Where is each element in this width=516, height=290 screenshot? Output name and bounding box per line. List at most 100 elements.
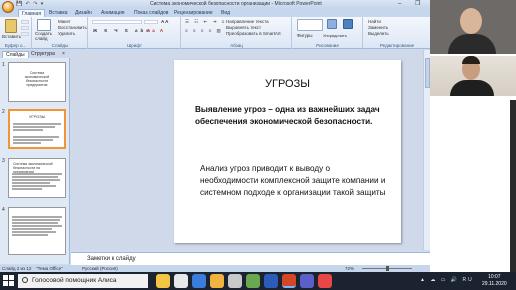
panel-tabs: Слайды Структура × — [0, 50, 70, 58]
thumb-text-line — [12, 179, 60, 181]
font-name-select[interactable] — [92, 20, 142, 24]
alice-search-box[interactable]: Голосовой помощник Алиса — [18, 274, 161, 288]
slide-title[interactable]: УГРОЗЫ — [174, 78, 401, 90]
status-bar: Слайд 2 из 12 "Тема Office" Русский (Рос… — [0, 265, 430, 272]
drawing-group-label: Рисование — [316, 43, 339, 48]
close-panel-icon[interactable]: × — [62, 51, 65, 57]
slide-body-paragraph[interactable]: Анализ угроз приводит к выводу о необход… — [200, 163, 390, 199]
windows-start-icon[interactable] — [3, 275, 15, 287]
app-icon[interactable] — [246, 274, 260, 288]
font-group: A A Ж К Ч S abc Aa A Шрифт — [89, 17, 181, 49]
thumb-text-line — [12, 185, 56, 187]
word-icon[interactable] — [264, 274, 278, 288]
current-slide[interactable]: УГРОЗЫ Выявление угроз – одна из важнейш… — [174, 60, 401, 243]
person-body — [450, 80, 494, 96]
office-button[interactable] — [2, 1, 14, 13]
vertical-scrollbar[interactable] — [423, 50, 430, 250]
notes-placeholder[interactable]: Заметки к слайду — [87, 256, 136, 262]
select-button[interactable]: Выделить — [368, 31, 389, 37]
paste-icon[interactable] — [5, 19, 17, 33]
keyboard-layout[interactable]: RU — [462, 277, 473, 283]
quick-access-toolbar[interactable]: 💾 ↶ ↷ ▾ — [16, 1, 44, 7]
app-icon[interactable] — [228, 274, 242, 288]
thumb-title: Система экономической безопасности предп… — [24, 71, 50, 87]
recorder-icon[interactable] — [318, 274, 332, 288]
language-indicator[interactable]: Русский (Россия) — [82, 265, 118, 272]
font-size-select[interactable] — [144, 20, 158, 24]
thumb-number: 3 — [2, 158, 5, 164]
shapes-button[interactable]: Фигуры — [297, 33, 313, 39]
paragraph-group-label: Абзац — [230, 43, 243, 48]
slides-group-label: Слайды — [51, 43, 69, 48]
new-slide-icon[interactable] — [37, 19, 51, 31]
thumb-number: 4 — [2, 207, 5, 213]
slides-panel: Слайды Структура × 1 Система экономическ… — [0, 50, 70, 264]
tab-design[interactable]: Дизайн — [72, 9, 95, 17]
tab-slideshow[interactable]: Показ слайдов — [131, 9, 171, 17]
align-icons[interactable]: ≡ ≡ ≡ ≡ ▥ — [185, 28, 223, 34]
tab-review[interactable]: Рецензирование — [171, 9, 216, 17]
zoom-level[interactable]: 72% — [345, 265, 354, 272]
thumb-text-line — [12, 173, 62, 175]
slide-counter: Слайд 2 из 12 — [2, 266, 32, 271]
chrome-icon[interactable] — [174, 274, 188, 288]
clipboard-group-label: Буфер о... — [4, 43, 27, 48]
list-icons[interactable]: ☰ ☷ ⇤ ⇥ ≡ — [185, 19, 226, 25]
delete-slide-button[interactable]: Удалить — [58, 31, 75, 37]
tab-outline[interactable]: Структура — [28, 51, 58, 58]
arrange-icon[interactable] — [327, 19, 337, 29]
webcam-video — [430, 56, 516, 96]
slide-thumbnail-1[interactable]: Система экономической безопасности предп… — [8, 62, 66, 102]
tab-slides[interactable]: Слайды — [2, 51, 29, 58]
font-color-icon[interactable]: Aa A — [147, 28, 165, 34]
notes-pane[interactable]: Заметки к слайду — [71, 252, 430, 265]
smartart-button[interactable]: Преобразовать в SmartArt — [226, 31, 281, 37]
tab-insert[interactable]: Вставка — [46, 9, 71, 17]
tab-animation[interactable]: Анимация — [98, 9, 127, 17]
thumb-text-line — [12, 231, 56, 233]
thumb-text-line — [12, 225, 62, 227]
tab-view[interactable]: Вид — [218, 9, 233, 17]
app-icon[interactable] — [300, 274, 314, 288]
slide-editing-area[interactable]: УГРОЗЫ Выявление угроз – одна из важнейш… — [71, 50, 430, 250]
thumb-text-line — [12, 228, 52, 230]
thumb-text-line — [13, 126, 55, 128]
clipboard-group: Вставить Буфер о... — [0, 17, 32, 49]
zoom-slider-handle[interactable] — [386, 266, 389, 271]
shapes-gallery[interactable] — [297, 19, 323, 31]
paste-button[interactable]: Вставить — [2, 34, 21, 40]
copy-icon[interactable] — [21, 26, 29, 30]
thumb-text-line — [13, 123, 61, 125]
file-explorer-icon[interactable] — [210, 274, 224, 288]
font-group-label: Шрифт — [127, 43, 142, 48]
editing-group: Найти Заменить Выделить Редактирование — [364, 17, 430, 49]
quick-styles-icon[interactable] — [343, 19, 353, 29]
cut-icon[interactable] — [21, 20, 29, 24]
person-body — [448, 34, 496, 54]
system-tray[interactable]: ▲ ☁ ▭ 🔊 RU — [420, 277, 474, 283]
clock[interactable]: 10:07 29.11.2020 — [482, 274, 507, 288]
powerpoint-icon[interactable] — [282, 274, 296, 288]
ribbon: Вставить Буфер о... Создать слайд Макет … — [0, 17, 430, 49]
search-placeholder: Голосовой помощник Алиса — [32, 277, 117, 284]
thumb-text-line — [12, 188, 42, 190]
thumb-text-line — [12, 222, 58, 224]
arrange-button[interactable]: Упорядочить — [323, 33, 347, 39]
taskbar: Голосовой помощник Алиса ▲ ☁ ▭ 🔊 RU 10:0… — [0, 272, 516, 290]
tab-home[interactable]: Главная — [18, 9, 46, 17]
app-icon[interactable] — [192, 274, 206, 288]
ribbon-tabs: Главная Вставка Дизайн Анимация Показ сл… — [0, 8, 430, 17]
new-slide-button[interactable]: Создать слайд — [35, 31, 57, 41]
slide-thumbnail-4[interactable] — [8, 207, 66, 255]
webcam-thumbnail — [430, 0, 516, 54]
font-format-icons[interactable]: Ж К Ч S abc — [93, 28, 152, 34]
task-view-icon[interactable] — [156, 274, 170, 288]
grow-font-icon[interactable]: A A — [161, 19, 168, 25]
thumb-number: 2 — [2, 109, 5, 115]
slide-thumbnail-3[interactable]: Система экономической безопасности на пр… — [8, 158, 66, 198]
video-side-strip — [510, 100, 516, 272]
theme-name: "Тема Office" — [36, 266, 63, 271]
slide-bold-paragraph[interactable]: Выявление угроз – одна из важнейших зада… — [195, 104, 395, 127]
slide-thumbnail-2[interactable]: УГРОЗЫ — [8, 109, 66, 149]
format-painter-icon[interactable] — [21, 32, 29, 36]
